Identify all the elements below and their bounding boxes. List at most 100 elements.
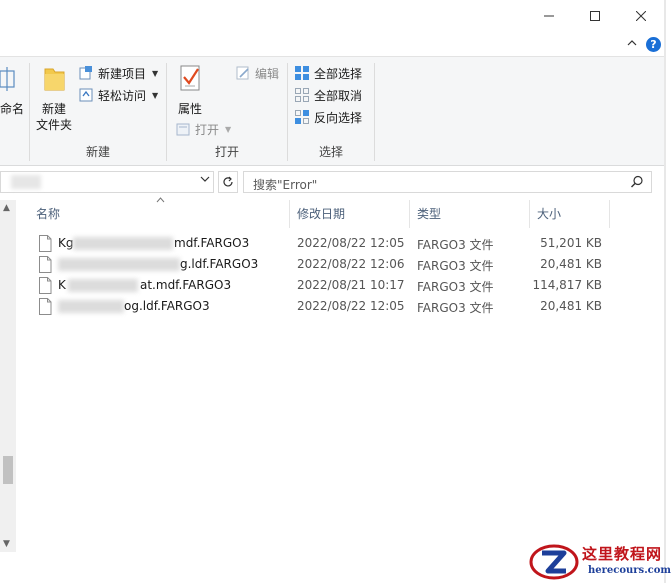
file-row[interactable]: og.ldf.FARGO3 2022/08/22 12:05 FARGO3 文件…: [28, 297, 648, 318]
redacted-text: [68, 279, 138, 292]
edit-icon: [236, 66, 249, 80]
column-header-size[interactable]: 大小: [529, 199, 609, 229]
file-name: og.ldf.FARGO3: [124, 299, 210, 313]
new-item-label: 新建项目: [98, 66, 147, 81]
scroll-up-icon[interactable]: ▲: [3, 203, 10, 213]
file-name: mdf.FARGO3: [174, 236, 250, 250]
select-none-button[interactable]: 全部取消: [294, 85, 362, 105]
maximize-button[interactable]: [572, 2, 618, 30]
title-bar: [0, 0, 666, 36]
new-folder-button[interactable]: 新建 文件夹: [34, 63, 74, 133]
navigation-pane-scrollbar[interactable]: ▲ ▼: [0, 200, 16, 552]
watermark-url: herecours.com: [588, 565, 672, 576]
column-header-modified[interactable]: 修改日期: [289, 199, 409, 229]
help-icon[interactable]: ?: [646, 37, 661, 52]
minimize-icon: [544, 15, 554, 17]
address-bar[interactable]: [0, 171, 214, 193]
search-icon[interactable]: [630, 175, 644, 189]
chevron-down-icon: ▼: [152, 90, 159, 100]
window-border: [664, 0, 666, 583]
redacted-text: [73, 237, 173, 250]
open-label: 打开: [195, 122, 220, 137]
chevron-down-icon[interactable]: [200, 174, 210, 187]
column-header-name[interactable]: 名称: [28, 199, 288, 229]
file-size: 20,481 KB: [540, 299, 602, 313]
file-name-prefix: K: [58, 278, 66, 292]
open-icon: [176, 123, 190, 136]
search-placeholder: 搜索"Error": [253, 178, 318, 192]
column-header-type[interactable]: 类型: [409, 199, 529, 229]
easy-access-icon: [79, 88, 93, 102]
open-button[interactable]: 打开 ▼: [175, 119, 231, 139]
minimize-button[interactable]: [526, 2, 572, 30]
group-label-select: 选择: [318, 145, 343, 159]
file-name: g.ldf.FARGO3: [180, 257, 259, 271]
file-icon: [39, 235, 52, 252]
rename-button[interactable]: 命名: [0, 63, 24, 117]
new-item-button[interactable]: 新建项目 ▼: [78, 63, 158, 83]
file-size: 114,817 KB: [532, 278, 602, 292]
file-icon: [39, 298, 52, 315]
easy-access-label: 轻松访问: [98, 88, 147, 103]
file-type: FARGO3 文件: [417, 280, 494, 294]
watermark-logo: [529, 544, 579, 580]
select-all-button[interactable]: 全部选择: [294, 63, 362, 83]
rename-icon: [0, 67, 15, 91]
rename-label: 命名: [0, 102, 24, 116]
new-folder-label: 新建 文件夹: [35, 102, 72, 132]
ribbon-separator: [374, 63, 375, 161]
file-row[interactable]: Kg mdf.FARGO3 2022/08/22 12:05 FARGO3 文件…: [28, 234, 648, 255]
invert-selection-icon: [295, 110, 309, 124]
select-all-icon: [295, 66, 309, 80]
edit-label: 编辑: [255, 66, 280, 81]
ribbon: 命名 新建 文件夹 新建项目 ▼ 轻松访问 ▼ 新建 属性 打开 ▼ 编辑 打开…: [0, 56, 666, 166]
file-name: at.mdf.FARGO3: [140, 278, 232, 292]
select-none-label: 全部取消: [314, 88, 363, 103]
properties-label: 属性: [177, 102, 202, 116]
new-item-icon: [79, 66, 92, 80]
file-type: FARGO3 文件: [417, 259, 494, 273]
ribbon-group-new: 新建 文件夹 新建项目 ▼ 轻松访问 ▼ 新建: [30, 57, 166, 165]
file-size: 20,481 KB: [540, 257, 602, 271]
scroll-down-icon[interactable]: ▼: [3, 539, 10, 549]
close-icon: [636, 11, 646, 21]
file-row[interactable]: K at.mdf.FARGO3 2022/08/21 10:17 FARGO3 …: [28, 276, 648, 297]
search-input[interactable]: 搜索"Error": [243, 171, 652, 193]
ribbon-group-select: 全部选择 全部取消 反向选择 选择: [288, 57, 374, 165]
address-path-redacted: [11, 175, 41, 189]
ribbon-group-open: 属性 打开 ▼ 编辑 打开: [167, 57, 287, 165]
select-none-icon: [295, 88, 309, 102]
file-name-prefix: Kg: [58, 236, 74, 250]
chevron-down-icon: ▼: [225, 124, 232, 134]
group-label-open: 打开: [214, 145, 239, 159]
watermark-title: 这里教程网: [582, 545, 663, 563]
file-size: 51,201 KB: [540, 236, 602, 250]
maximize-icon: [590, 11, 600, 21]
file-modified: 2022/08/22 12:06: [297, 257, 405, 271]
file-modified: 2022/08/22 12:05: [297, 236, 405, 250]
file-type: FARGO3 文件: [417, 238, 494, 252]
file-icon: [39, 277, 52, 294]
edit-button[interactable]: 编辑: [235, 63, 279, 83]
invert-selection-label: 反向选择: [314, 110, 363, 125]
refresh-icon: [223, 176, 233, 187]
redacted-text: [58, 258, 180, 271]
properties-button[interactable]: 属性: [173, 63, 207, 117]
folder-icon: [44, 68, 65, 91]
close-button[interactable]: [618, 2, 664, 30]
chevron-down-icon: ▼: [152, 68, 159, 78]
scrollbar-thumb[interactable]: [3, 456, 13, 484]
watermark: 这里教程网 herecours.com: [528, 541, 672, 583]
file-row[interactable]: g.ldf.FARGO3 2022/08/22 12:06 FARGO3 文件 …: [28, 255, 648, 276]
file-modified: 2022/08/22 12:05: [297, 299, 405, 313]
invert-selection-button[interactable]: 反向选择: [294, 107, 362, 127]
ribbon-collapse-icon[interactable]: [625, 38, 639, 52]
redacted-text: [58, 300, 124, 313]
column-separator[interactable]: [609, 200, 610, 228]
refresh-button[interactable]: [218, 171, 238, 193]
easy-access-button[interactable]: 轻松访问 ▼: [78, 85, 158, 105]
select-all-label: 全部选择: [314, 66, 363, 81]
file-icon: [39, 256, 52, 273]
ribbon-group-organize: 命名: [0, 57, 28, 165]
file-type: FARGO3 文件: [417, 301, 494, 315]
